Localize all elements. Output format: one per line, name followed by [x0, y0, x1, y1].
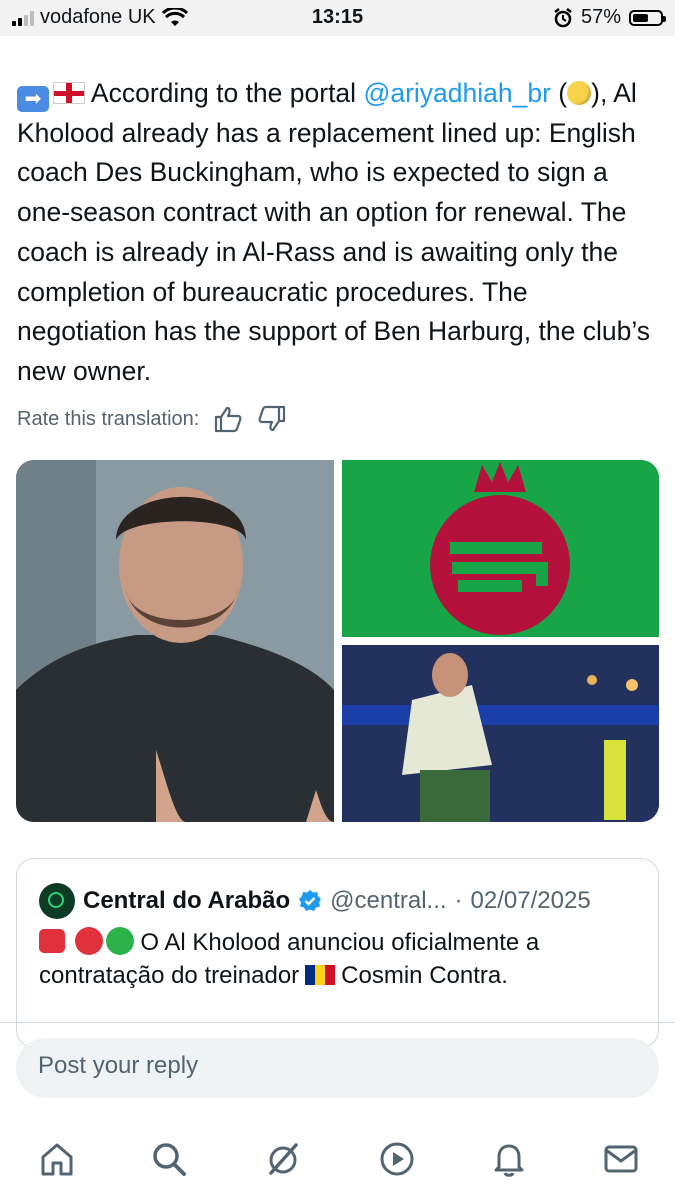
- tab-messages[interactable]: [598, 1136, 644, 1182]
- open-paren: (: [558, 78, 568, 108]
- verified-badge-icon: [299, 890, 322, 911]
- green-circle-icon: [105, 927, 134, 955]
- quoted-date: 02/07/2025: [470, 887, 591, 914]
- tweet-text-body: ), Al Kholood already has a replacement …: [17, 78, 650, 386]
- media-grid: [16, 460, 659, 822]
- grok-icon: [269, 1143, 298, 1175]
- tab-notifications[interactable]: [486, 1136, 532, 1182]
- search-icon: [153, 1143, 186, 1176]
- england-flag-icon: [53, 82, 85, 104]
- status-bar: vodafone UK 13:15 57%: [0, 0, 675, 36]
- tab-video[interactable]: [374, 1136, 420, 1182]
- coach-photo[interactable]: [16, 460, 334, 822]
- tweet-text-prefix: According to the portal: [90, 78, 357, 108]
- video-icon: [380, 1142, 414, 1176]
- quoted-text-part2: Cosmin Contra.: [341, 962, 508, 989]
- quoted-tweet-text: O Al Kholood anunciou oficialmente a con…: [39, 926, 639, 992]
- quoted-tweet[interactable]: Central do Arabão @central... · 02/07/20…: [16, 858, 659, 1048]
- romania-flag-icon: [305, 965, 336, 985]
- quoted-author-handle[interactable]: @central...: [330, 887, 446, 915]
- reply-input[interactable]: [38, 1052, 628, 1080]
- thumbs-down-icon[interactable]: [257, 405, 287, 433]
- match-photo[interactable]: [342, 645, 659, 822]
- moon-icon: [567, 81, 592, 105]
- thumbs-up-icon[interactable]: [213, 405, 243, 433]
- siren-icon: [39, 929, 65, 953]
- alarm-icon: [554, 7, 572, 27]
- divider: [0, 1022, 675, 1023]
- arrow-right-icon: ➡: [17, 86, 49, 112]
- home-icon: [41, 1143, 73, 1176]
- al-kholood-logo: [342, 460, 659, 637]
- reply-box[interactable]: [16, 1038, 659, 1098]
- tweet-text: ➡ According to the portal @ariyadhiah_br…: [17, 74, 662, 392]
- club-logo-image[interactable]: [342, 460, 659, 637]
- red-circle-icon: [74, 927, 103, 955]
- coach-sideline-image: [342, 645, 659, 822]
- tab-search[interactable]: [146, 1136, 192, 1182]
- coach-portrait-image: [16, 460, 334, 822]
- avatar[interactable]: [39, 883, 75, 919]
- battery-percent: 57%: [580, 6, 621, 28]
- mention-link[interactable]: @ariyadhiah_br: [363, 78, 550, 108]
- tab-grok[interactable]: [260, 1136, 306, 1182]
- tab-home[interactable]: [34, 1136, 80, 1182]
- messages-icon: [604, 1145, 638, 1173]
- separator-dot: ·: [454, 887, 463, 914]
- quoted-author-name[interactable]: Central do Arabão: [83, 887, 290, 915]
- rate-translation-label: Rate this translation:: [17, 407, 200, 430]
- bottom-tab-bar: [0, 1120, 675, 1200]
- quoted-tweet-header: Central do Arabão @central... · 02/07/20…: [39, 883, 591, 919]
- status-right: 57%: [553, 6, 666, 29]
- rate-translation: Rate this translation:: [17, 405, 287, 433]
- battery-icon: [629, 9, 666, 26]
- notifications-icon: [494, 1144, 524, 1177]
